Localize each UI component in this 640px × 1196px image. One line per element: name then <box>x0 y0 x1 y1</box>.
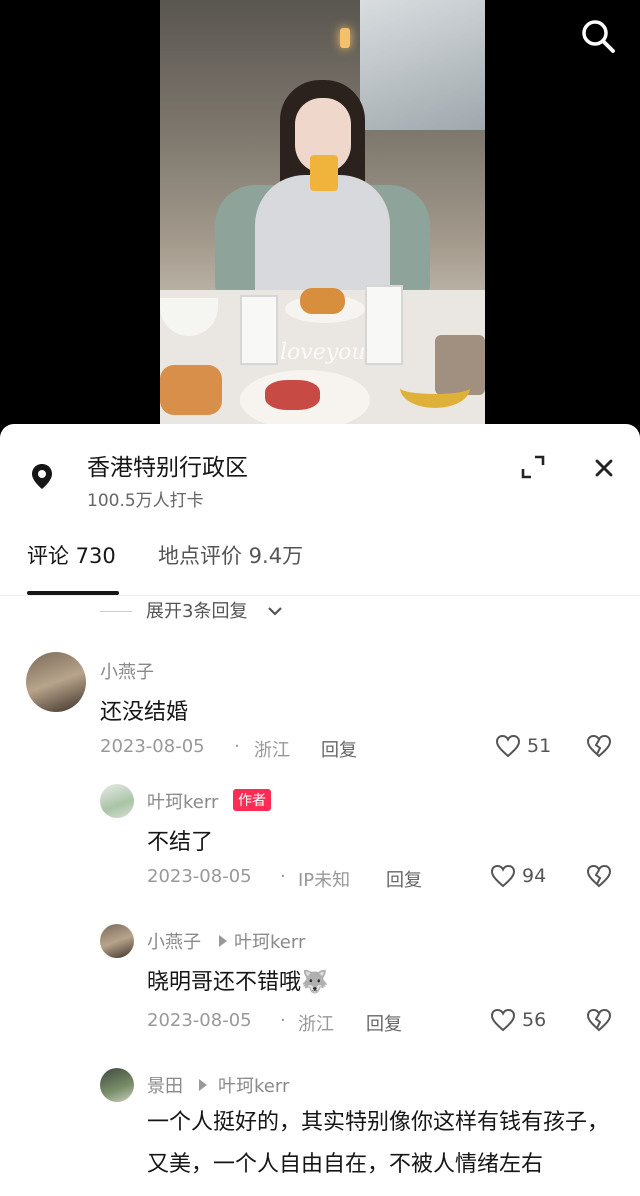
comment-region: IP未知 <box>298 870 351 891</box>
heart-icon[interactable] <box>495 733 521 759</box>
close-icon[interactable] <box>588 452 620 484</box>
heart-icon[interactable] <box>490 863 516 889</box>
reply-arrow-icon <box>199 1079 207 1091</box>
broken-heart-icon[interactable] <box>586 1007 612 1033</box>
comment-text: 晓明哥还不错哦🐺 <box>147 970 329 995</box>
expand-icon[interactable] <box>518 452 548 482</box>
tab-bar: 评论 730 地点评价 9.4万 <box>0 532 640 596</box>
comment-date: 2023-08-05 <box>147 866 252 887</box>
avatar[interactable] <box>26 652 86 712</box>
divider <box>100 611 132 612</box>
tab-active-indicator <box>27 591 119 595</box>
tab-comments[interactable]: 评论 730 <box>27 540 116 570</box>
avatar[interactable] <box>100 1068 134 1102</box>
comment-username[interactable]: 小燕子 <box>147 928 201 954</box>
chevron-down-icon <box>268 607 282 616</box>
comment-text: 不结了 <box>147 830 214 855</box>
meta-dot: · <box>280 866 286 887</box>
bg-lamp <box>340 28 350 48</box>
expand-replies-label: 展开3条回复 <box>146 601 248 622</box>
tab-location-reviews[interactable]: 地点评价 9.4万 <box>158 540 303 570</box>
comment-date: 2023-08-05 <box>147 1010 252 1031</box>
avatar[interactable] <box>100 924 134 958</box>
comment-username[interactable]: 小燕子 <box>100 658 154 684</box>
comment-text: 一个人挺好的，其实特别像你这样有钱有孩子，又美，一个人自由自在，不被人情绪左右 <box>147 1110 610 1177</box>
comment-date: 2023-08-05 <box>100 736 205 757</box>
broken-heart-icon[interactable] <box>586 863 612 889</box>
author-badge: 作者 <box>233 789 271 811</box>
reply-arrow-icon <box>219 935 227 947</box>
location-sheet: 香港特别行政区 100.5万人打卡 评论 730 地点评价 9.4万 展开3条回… <box>0 424 640 1196</box>
avatar[interactable] <box>100 784 134 818</box>
comment-text: 还没结婚 <box>100 700 189 725</box>
meta-dot: · <box>280 1010 286 1031</box>
comment-username[interactable]: 景田 <box>147 1072 183 1098</box>
meta-dot: · <box>234 736 240 757</box>
like-count: 94 <box>522 865 547 887</box>
reply-button[interactable]: 回复 <box>366 1010 402 1036</box>
comment-username[interactable]: 叶珂kerr <box>147 788 218 814</box>
video-watermark: loveyou <box>280 340 366 365</box>
like-count: 56 <box>522 1009 547 1031</box>
location-header: 香港特别行政区 100.5万人打卡 <box>0 424 640 524</box>
reply-to-username[interactable]: 叶珂kerr <box>234 928 305 954</box>
location-title: 香港特别行政区 <box>87 455 248 481</box>
broken-heart-icon[interactable] <box>586 733 612 759</box>
comment-region: 浙江 <box>298 1014 334 1035</box>
heart-icon[interactable] <box>490 1007 516 1033</box>
checkin-count: 100.5万人打卡 <box>87 491 204 511</box>
search-icon[interactable] <box>578 16 618 56</box>
reply-button[interactable]: 回复 <box>386 866 422 892</box>
comment-region: 浙江 <box>254 740 290 761</box>
reply-button[interactable]: 回复 <box>321 736 357 762</box>
video-player[interactable]: loveyou <box>0 0 640 440</box>
location-pin-icon <box>32 464 52 489</box>
reply-to-username[interactable]: 叶珂kerr <box>218 1072 289 1098</box>
like-count: 51 <box>527 735 552 757</box>
video-person <box>255 80 390 300</box>
video-frame[interactable]: loveyou <box>160 0 485 440</box>
